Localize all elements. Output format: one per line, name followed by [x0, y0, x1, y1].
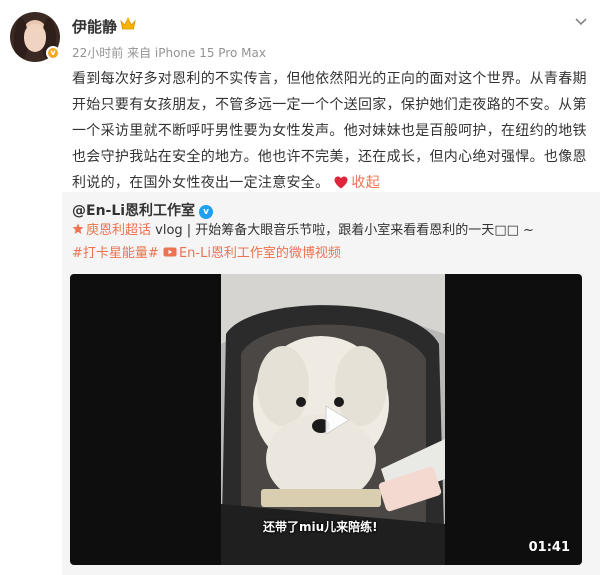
crown-icon [120, 17, 136, 30]
chevron-down-icon[interactable] [574, 14, 588, 28]
video-link-icon [163, 247, 177, 257]
post-text-line: 也会守护我站在安全的地方。他也许不完美，还在成长，但内心绝对强悍。也像恩 [72, 149, 587, 165]
video-duration: 01:41 [528, 540, 570, 555]
repost-card[interactable]: @En-Li恩利工作室 v 庾恩利超话 vlog | 开始筹备大眼音乐节啦，跟着小… [62, 192, 600, 575]
video-subtitle: 还带了miu儿来陪练! [263, 520, 378, 534]
heart-icon [334, 176, 348, 189]
verified-icon: v [199, 205, 214, 219]
super-topic-link[interactable]: 庾恩利超话 [86, 223, 151, 238]
play-icon[interactable] [317, 402, 353, 438]
username[interactable]: 伊能静 [72, 16, 117, 37]
post-text: 看到每次好多对恩利的不实传言，但他依然阳光的正向的面对这个世界。从青春期 开始只… [72, 66, 590, 196]
super-topic-icon [72, 223, 84, 234]
repost-text: 庾恩利超话 vlog | 开始筹备大眼音乐节啦，跟着小室来看看恩利的一天□□ ~ [72, 221, 534, 241]
video-source-link[interactable]: En-Li恩利工作室的微博视频 [179, 246, 341, 261]
post-text-line: 看到每次好多对恩利的不实传言，但他依然阳光的正向的面对这个世界。从青春期 [72, 71, 587, 87]
post-text-line: 一个采访里就不断呼吁男性要为女性发声。他对妹妹也是百般呵护，在纽约的地铁 [72, 123, 587, 139]
post-meta: 22小时前 来自 iPhone 15 Pro Max [72, 46, 266, 60]
repost-links: #打卡星能量# En-Li恩利工作室的微博视频 [72, 244, 341, 264]
weibo-post: v 伊能静 22小时前 来自 iPhone 15 Pro Max 看到每次好多对… [0, 0, 600, 575]
verified-icon: v [46, 46, 60, 60]
post-text-line: 开始只要有女孩朋友，不管多远一定一个个送回家，保护她们走夜路的不安。从第 [72, 97, 587, 113]
video-player[interactable]: 还带了miu儿来陪练! 01:41 [70, 274, 582, 565]
hashtag-link[interactable]: #打卡星能量# [72, 246, 159, 261]
collapse-link[interactable]: 收起 [351, 175, 380, 191]
repost-user[interactable]: @En-Li恩利工作室 v [72, 200, 214, 220]
